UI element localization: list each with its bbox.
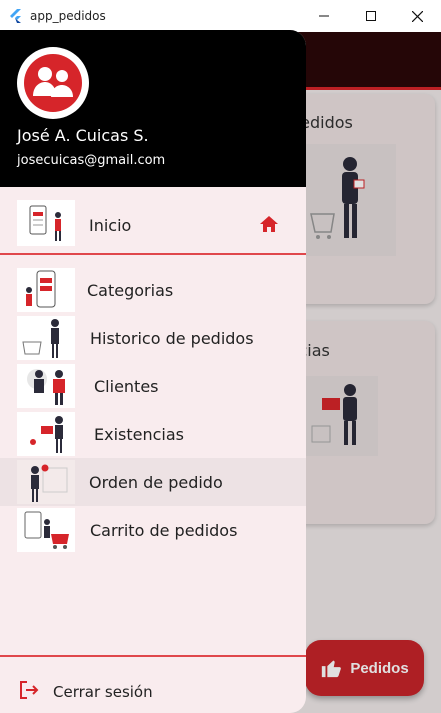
- window-title: app_pedidos: [30, 9, 106, 23]
- menu-item-label: Existencias: [94, 425, 184, 444]
- logout-label: Cerrar sesión: [53, 683, 153, 701]
- user-name: José A. Cuicas S.: [17, 126, 149, 145]
- menu-item-illustration: [17, 268, 75, 312]
- maximize-icon: [366, 11, 376, 21]
- close-icon: [411, 10, 423, 22]
- navigation-drawer: José A. Cuicas S. josecuicas@gmail.com I…: [0, 30, 306, 713]
- menu-item-label: Inicio: [89, 216, 132, 235]
- menu-item-label: Historico de pedidos: [90, 329, 254, 348]
- menu-item-inicio[interactable]: Inicio: [0, 187, 306, 255]
- title-bar: app_pedidos: [0, 0, 441, 32]
- menu-item-existencias[interactable]: Existencias: [0, 410, 306, 458]
- menu-item-carrito-de-pedidos[interactable]: Carrito de pedidos: [0, 506, 306, 554]
- menu-item-label: Clientes: [94, 377, 159, 396]
- user-email: josecuicas@gmail.com: [17, 153, 166, 168]
- menu-item-illustration: [17, 508, 75, 552]
- app-window: app_pedidos o de pedidos: [0, 0, 441, 713]
- menu-item-illustration: [17, 200, 75, 246]
- minimize-button[interactable]: [301, 0, 347, 32]
- logout-icon: [20, 681, 39, 699]
- menu-item-label: Carrito de pedidos: [90, 521, 238, 540]
- menu-item-illustration: [17, 316, 75, 360]
- menu-item-label: Categorias: [87, 281, 174, 300]
- logout-item[interactable]: Cerrar sesión: [0, 655, 306, 713]
- menu-item-illustration: [17, 460, 75, 504]
- avatar: [17, 47, 89, 119]
- home-icon: [260, 216, 278, 232]
- maximize-button[interactable]: [348, 0, 394, 32]
- menu-item-illustration: [17, 364, 75, 408]
- drawer-header: José A. Cuicas S. josecuicas@gmail.com: [0, 30, 306, 187]
- minimize-icon: [319, 15, 329, 17]
- menu-item-label: Orden de pedido: [89, 473, 223, 492]
- menu-item-clientes[interactable]: Clientes: [0, 362, 306, 410]
- menu-item-historico-de-pedidos[interactable]: Historico de pedidos: [0, 314, 306, 362]
- flutter-icon: [10, 9, 21, 23]
- menu-item-orden-de-pedido[interactable]: Orden de pedido: [0, 458, 306, 506]
- users-icon: [24, 54, 82, 112]
- menu-item-illustration: [17, 412, 75, 456]
- close-button[interactable]: [394, 0, 440, 32]
- menu-item-categorias[interactable]: Categorias: [0, 266, 306, 314]
